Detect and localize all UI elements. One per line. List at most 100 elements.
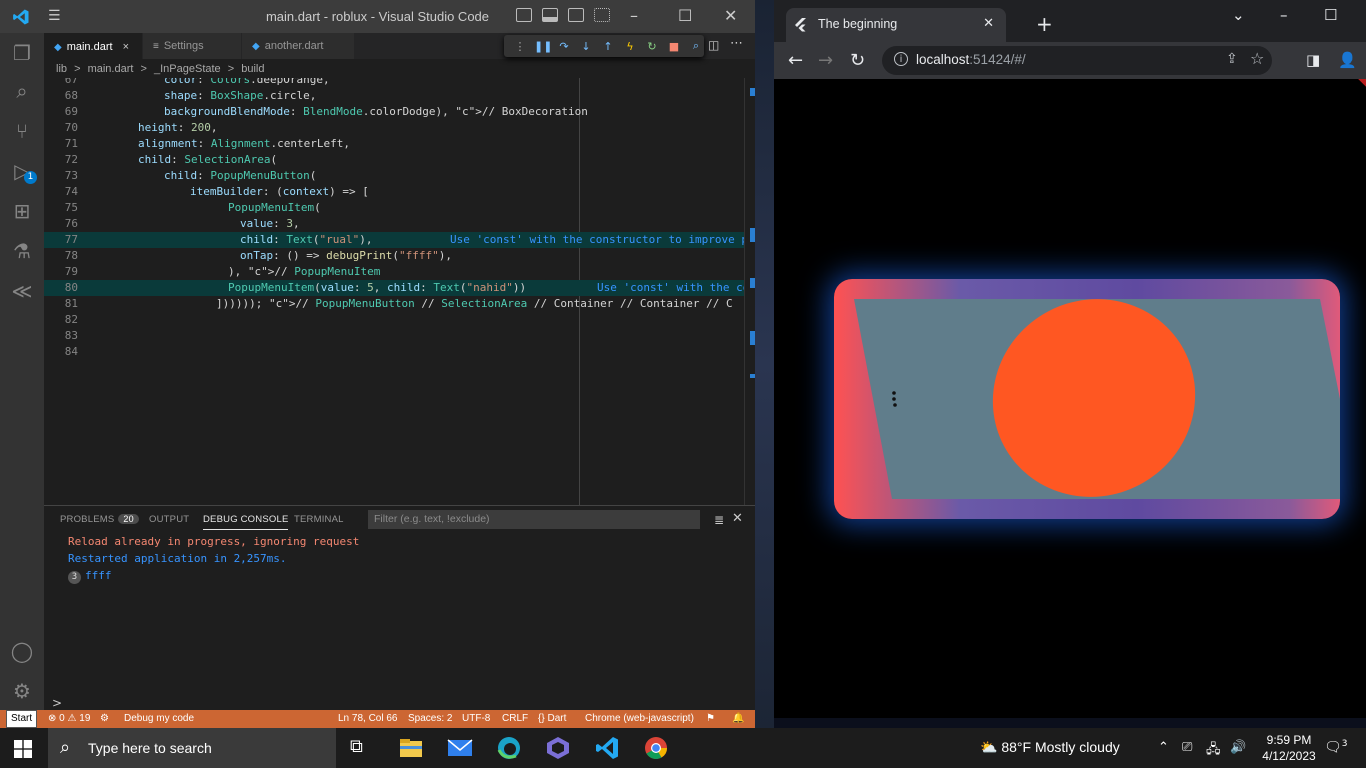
hot-reload-icon[interactable]: ϟ <box>622 40 638 53</box>
search-icon[interactable]: ⌕ <box>10 79 34 103</box>
tab-settings[interactable]: ≡ Settings <box>143 33 241 59</box>
tab-output[interactable]: OUTPUT <box>149 514 189 525</box>
toggle-secondary-sidebar-icon[interactable] <box>568 8 584 22</box>
minimap[interactable] <box>744 78 755 505</box>
stop-icon[interactable]: ■ <box>666 40 682 53</box>
new-tab-button[interactable]: + <box>1036 12 1053 36</box>
code-line[interactable]: 82 <box>44 312 755 328</box>
meet-now-icon[interactable]: ⎚ <box>1182 740 1192 755</box>
extensions-icon[interactable]: ⊞ <box>10 199 34 223</box>
code-line[interactable]: 81]))))); "c">// PopupMenuButton // Sele… <box>44 296 755 312</box>
debug-config-status[interactable]: Debug my code <box>124 710 194 728</box>
feedback-icon[interactable]: ⚑ <box>706 710 715 728</box>
code-line[interactable]: 83 <box>44 328 755 344</box>
close-window-icon[interactable]: ✕ <box>724 6 737 25</box>
address-bar[interactable]: i localhost:51424/#/ ⇪ ☆ <box>882 46 1272 75</box>
tab-debug-console[interactable]: DEBUG CONSOLE <box>203 514 289 530</box>
eol-status[interactable]: CRLF <box>502 710 528 728</box>
cursor-position-status[interactable]: Ln 78, Col 66 <box>338 710 398 728</box>
side-panel-icon[interactable]: ◨ <box>1306 51 1320 69</box>
code-line[interactable]: 74 itemBuilder: (context) => [ <box>44 184 755 200</box>
close-panel-icon[interactable]: ✕ <box>732 511 743 526</box>
weather-widget[interactable]: ⛅ 88°F Mostly cloudy <box>980 739 1120 756</box>
bookmark-star-icon[interactable]: ☆ <box>1250 49 1264 68</box>
code-line[interactable]: 68 shape: BoxShape.circle, <box>44 88 755 104</box>
back-arrow-icon[interactable]: ← <box>788 50 803 71</box>
windows-start-icon[interactable] <box>14 740 32 758</box>
explorer-icon[interactable]: ❐ <box>10 41 34 65</box>
edge-browser-icon[interactable] <box>496 736 522 760</box>
breadcrumb-class[interactable]: _InPageState <box>154 63 221 75</box>
inspect-widget-icon[interactable]: ⌕ <box>688 39 704 53</box>
close-tab-icon[interactable]: ✕ <box>983 16 994 31</box>
code-line[interactable]: 76 value: 3, <box>44 216 755 232</box>
code-line[interactable]: 73 child: PopupMenuButton( <box>44 168 755 184</box>
drag-handle-icon[interactable]: ⋮ <box>512 40 528 53</box>
problems-status[interactable]: ⊗ 0 ⚠ 19 <box>48 710 90 728</box>
tab-another-dart[interactable]: ◆ another.dart <box>242 33 354 59</box>
pause-icon[interactable]: ❚❚ <box>534 40 552 53</box>
code-line[interactable]: 79), "c">// PopupMenuItem <box>44 264 755 280</box>
mail-icon[interactable] <box>447 736 473 760</box>
forward-arrow-icon[interactable]: → <box>818 50 833 71</box>
toggle-panel-icon[interactable] <box>542 8 558 22</box>
share-icon[interactable]: ⇪ <box>1226 51 1238 67</box>
code-line[interactable]: 67 color: Colors.deepOrange, <box>44 78 755 88</box>
customize-layout-icon[interactable] <box>594 8 610 22</box>
code-line[interactable]: 72 child: SelectionArea( <box>44 152 755 168</box>
flutter-icon[interactable]: ≪ <box>10 279 34 303</box>
toggle-sidebar-icon[interactable] <box>516 8 532 22</box>
restart-icon[interactable]: ↻ <box>644 40 660 53</box>
maximize-icon[interactable]: ☐ <box>1324 6 1337 24</box>
tab-terminal[interactable]: TERMINAL <box>294 514 344 525</box>
clock[interactable]: 9:59 PM 4/12/2023 <box>1258 732 1320 764</box>
source-control-icon[interactable]: ⑂ <box>10 119 34 143</box>
code-line[interactable]: 80 PopupMenuItem(value: 5, child: Text("n… <box>44 280 755 296</box>
console-prompt[interactable]: > <box>52 696 62 710</box>
volume-icon[interactable]: 🔊 <box>1230 740 1246 755</box>
code-line[interactable]: 84 <box>44 344 755 360</box>
testing-icon[interactable]: ⚗ <box>10 239 34 263</box>
chrome-taskbar-icon[interactable] <box>643 736 669 760</box>
network-icon[interactable]: 🖧 <box>1206 740 1221 762</box>
encoding-status[interactable]: UTF-8 <box>462 710 490 728</box>
more-actions-icon[interactable]: ⋯ <box>730 36 743 51</box>
code-line[interactable]: 77 child: Text("rual"), Use 'const' with t… <box>44 232 755 248</box>
device-status[interactable]: Chrome (web-javascript) <box>585 710 694 728</box>
manage-gear-icon[interactable]: ⚙ <box>10 679 34 703</box>
breadcrumb-method[interactable]: build <box>241 63 264 75</box>
notifications-bell-icon[interactable]: 🔔 <box>732 710 744 728</box>
step-into-icon[interactable]: ↓ <box>578 40 594 53</box>
code-line[interactable]: 69 backgroundBlendMode: BlendMode.colorDo… <box>44 104 755 120</box>
task-view-icon[interactable]: ⧉ <box>350 736 376 760</box>
clear-console-icon[interactable]: ≣ <box>714 513 724 527</box>
tab-problems[interactable]: PROBLEMS 20 <box>60 514 139 525</box>
show-hidden-icons-chevron-icon[interactable]: ⌃ <box>1158 740 1169 755</box>
tab-search-chevron-icon[interactable]: ⌄ <box>1232 6 1245 24</box>
browser-tab[interactable]: The beginning ✕ <box>786 8 1006 42</box>
minimize-icon[interactable]: – <box>630 6 638 25</box>
taskbar-search[interactable]: ⌕ Type here to search <box>48 728 336 768</box>
run-debug-icon[interactable]: ▷ 1 <box>10 159 37 184</box>
console-filter-input[interactable]: Filter (e.g. text, !exclude) <box>368 510 700 529</box>
step-over-icon[interactable]: ↷ <box>556 40 572 53</box>
breadcrumb-main-dart[interactable]: main.dart <box>88 63 134 75</box>
maximize-icon[interactable]: ☐ <box>678 6 692 25</box>
split-editor-icon[interactable]: ◫ <box>708 38 719 52</box>
minimize-icon[interactable]: – <box>1280 6 1288 24</box>
reload-icon[interactable]: ↻ <box>850 50 865 71</box>
profile-icon[interactable]: 👤 <box>1338 51 1357 69</box>
debug-launch-icon[interactable]: ⚙ <box>100 710 109 728</box>
tab-main-dart[interactable]: ◆ main.dart × <box>44 33 142 59</box>
accounts-icon[interactable]: ◯ <box>10 639 34 663</box>
breadcrumb-lib[interactable]: lib <box>56 63 67 75</box>
vscode-taskbar-icon[interactable] <box>594 736 620 760</box>
step-out-icon[interactable]: ↑ <box>600 40 616 53</box>
file-explorer-icon[interactable] <box>398 736 424 760</box>
close-tab-icon[interactable]: × <box>123 41 129 53</box>
notifications-icon[interactable]: 🗨3 <box>1324 739 1348 756</box>
indentation-status[interactable]: Spaces: 2 <box>408 710 452 728</box>
visual-studio-icon[interactable] <box>545 736 571 760</box>
code-line[interactable]: 71 alignment: Alignment.centerLeft, <box>44 136 755 152</box>
code-editor[interactable]: 67 color: Colors.deepOrange, 68 shape: BoxS… <box>44 78 755 505</box>
